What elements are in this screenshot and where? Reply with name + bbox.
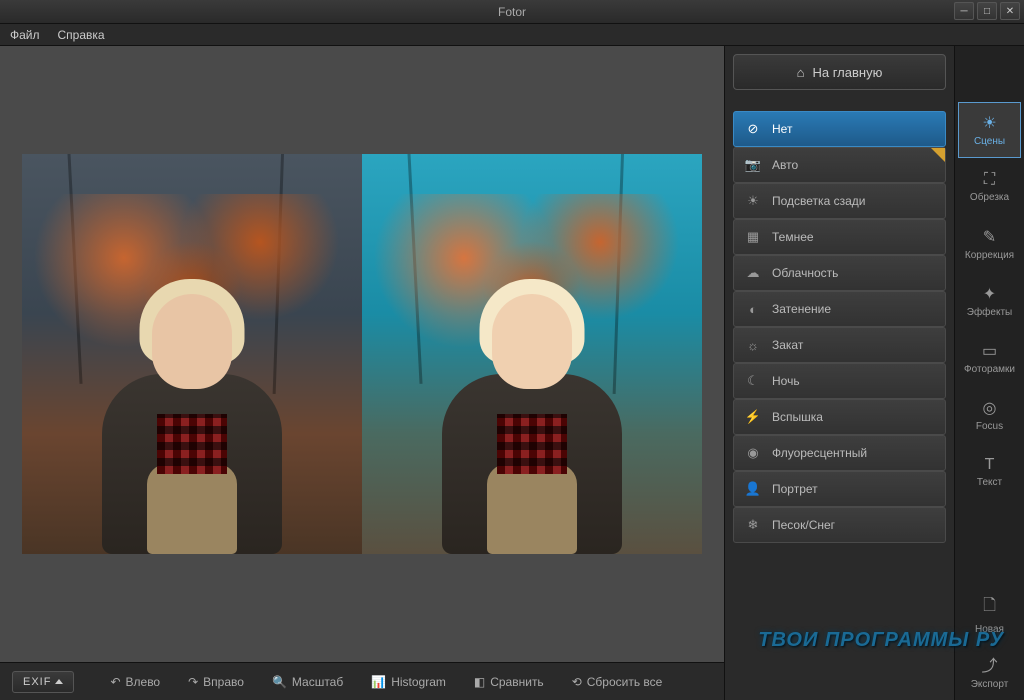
main-layout: EXIF ↶Влево ↷Вправо 🔍Масштаб 📊Histogram … — [0, 46, 1024, 700]
scene-item-5[interactable]: ◐ Затенение — [733, 291, 946, 327]
star-badge-icon — [931, 148, 945, 162]
tab-icon: ⛶ — [984, 171, 995, 189]
scene-label: Нет — [772, 122, 792, 136]
scene-label: Облачность — [772, 266, 838, 280]
tab-фоторамки[interactable]: ▭ Фоторамки — [958, 330, 1021, 386]
menubar: Файл Справка — [0, 24, 1024, 46]
scene-icon: 👤 — [744, 480, 762, 498]
scene-item-7[interactable]: ☾ Ночь — [733, 363, 946, 399]
zoom-icon: 🔍 — [272, 675, 287, 689]
home-button[interactable]: ⌂ На главную — [733, 54, 946, 90]
tab-icon: ✦ — [983, 284, 996, 304]
reset-button[interactable]: ⟲Сбросить все — [562, 670, 673, 694]
compare-icon: ◧ — [474, 675, 485, 689]
tab-focus[interactable]: ◎ Focus — [958, 387, 1021, 443]
tab-icon: ✎ — [983, 227, 996, 247]
tab-icon: ▭ — [982, 341, 997, 361]
menu-file[interactable]: Файл — [10, 28, 40, 42]
rotate-right-button[interactable]: ↷Вправо — [178, 670, 254, 694]
scene-label: Песок/Снег — [772, 518, 835, 532]
scene-label: Ночь — [772, 374, 800, 388]
tab-label: Коррекция — [965, 250, 1014, 261]
scene-label: Авто — [772, 158, 798, 172]
histogram-icon: 📊 — [371, 675, 386, 689]
tab-сцены[interactable]: ☀ Сцены — [958, 102, 1021, 158]
tab-label: Обрезка — [970, 192, 1009, 203]
rotate-left-icon: ↶ — [110, 675, 120, 689]
tab-label: Новая — [975, 624, 1004, 635]
tab-label: Эффекты — [967, 307, 1012, 318]
canvas-area: EXIF ↶Влево ↷Вправо 🔍Масштаб 📊Histogram … — [0, 46, 724, 700]
tab-эффекты[interactable]: ✦ Эффекты — [958, 273, 1021, 329]
tab-icon: ◎ — [983, 398, 997, 418]
tab-label: Сцены — [974, 136, 1005, 147]
photo-comparison[interactable] — [22, 154, 702, 554]
scene-label: Флуоресцентный — [772, 446, 867, 460]
menu-help[interactable]: Справка — [58, 28, 105, 42]
scene-label: Закат — [772, 338, 803, 352]
histogram-button[interactable]: 📊Histogram — [361, 670, 456, 694]
scene-item-8[interactable]: ⚡ Вспышка — [733, 399, 946, 435]
minimize-button[interactable]: ─ — [954, 2, 974, 20]
scene-item-10[interactable]: 👤 Портрет — [733, 471, 946, 507]
scene-icon: 📷 — [744, 156, 762, 174]
rotate-left-button[interactable]: ↶Влево — [100, 670, 170, 694]
tab-label: Фоторамки — [964, 364, 1015, 375]
tab-текст[interactable]: T Текст — [958, 444, 1021, 500]
scene-icon: ❄ — [744, 516, 762, 534]
chevron-up-icon — [55, 679, 63, 684]
scene-item-4[interactable]: ☁ Облачность — [733, 255, 946, 291]
scene-icon: ◐ — [744, 300, 762, 318]
tab-icon: T — [985, 456, 995, 474]
tab-icon: 🗋 — [983, 594, 996, 621]
photo-before — [22, 154, 362, 554]
tab-новая[interactable]: 🗋 Новая — [958, 586, 1021, 642]
scene-item-1[interactable]: 📷 Авто — [733, 147, 946, 183]
tab-icon: ☀ — [982, 113, 996, 133]
scene-label: Темнее — [772, 230, 814, 244]
scene-icon: ☀ — [744, 192, 762, 210]
scene-item-2[interactable]: ☀ Подсветка сзади — [733, 183, 946, 219]
scene-label: Вспышка — [772, 410, 823, 424]
tab-обрезка[interactable]: ⛶ Обрезка — [958, 159, 1021, 215]
scene-label: Подсветка сзади — [772, 194, 865, 208]
scene-list: ⌂ На главную ⊘ Нет 📷 Авто ☀ Подсветка сзади ▦ Т… — [725, 46, 954, 700]
tab-коррекция[interactable]: ✎ Коррекция — [958, 216, 1021, 272]
scene-icon: ⚡ — [744, 408, 762, 426]
window-title: Fotor — [498, 5, 526, 19]
scene-icon: ☁ — [744, 264, 762, 282]
zoom-button[interactable]: 🔍Масштаб — [262, 670, 353, 694]
scene-icon: ◉ — [744, 444, 762, 462]
scene-item-6[interactable]: ☼ Закат — [733, 327, 946, 363]
photo-after — [362, 154, 702, 554]
scene-icon: ☼ — [744, 336, 762, 354]
window-controls: ─ □ ✕ — [954, 2, 1020, 20]
scene-item-11[interactable]: ❄ Песок/Снег — [733, 507, 946, 543]
scene-item-3[interactable]: ▦ Темнее — [733, 219, 946, 255]
scene-icon: ⊘ — [744, 120, 762, 138]
maximize-button[interactable]: □ — [977, 2, 997, 20]
tab-экспорт[interactable]: ⤴ Экспорт — [958, 643, 1021, 699]
tab-label: Экспорт — [971, 679, 1009, 690]
tab-label: Текст — [977, 477, 1002, 488]
right-tabs: ☀ Сцены ⛶ Обрезка ✎ Коррекция ✦ Эффекты ▭ Фоторам… — [954, 46, 1024, 700]
canvas-content — [0, 46, 724, 662]
bottom-toolbar: EXIF ↶Влево ↷Вправо 🔍Масштаб 📊Histogram … — [0, 662, 724, 700]
tab-label: Focus — [976, 421, 1003, 432]
scene-item-9[interactable]: ◉ Флуоресцентный — [733, 435, 946, 471]
scene-icon: ▦ — [744, 228, 762, 246]
scene-label: Портрет — [772, 482, 818, 496]
tab-icon: ⤴ — [981, 652, 997, 676]
titlebar: Fotor ─ □ ✕ — [0, 0, 1024, 24]
scene-label: Затенение — [772, 302, 831, 316]
scene-item-0[interactable]: ⊘ Нет — [733, 111, 946, 147]
exif-button[interactable]: EXIF — [12, 671, 74, 693]
reset-icon: ⟲ — [572, 675, 582, 689]
scene-icon: ☾ — [744, 372, 762, 390]
home-icon: ⌂ — [797, 65, 805, 80]
compare-button[interactable]: ◧Сравнить — [464, 670, 554, 694]
rotate-right-icon: ↷ — [188, 675, 198, 689]
close-button[interactable]: ✕ — [1000, 2, 1020, 20]
right-panel: ⌂ На главную ⊘ Нет 📷 Авто ☀ Подсветка сзади ▦ Т… — [724, 46, 1024, 700]
